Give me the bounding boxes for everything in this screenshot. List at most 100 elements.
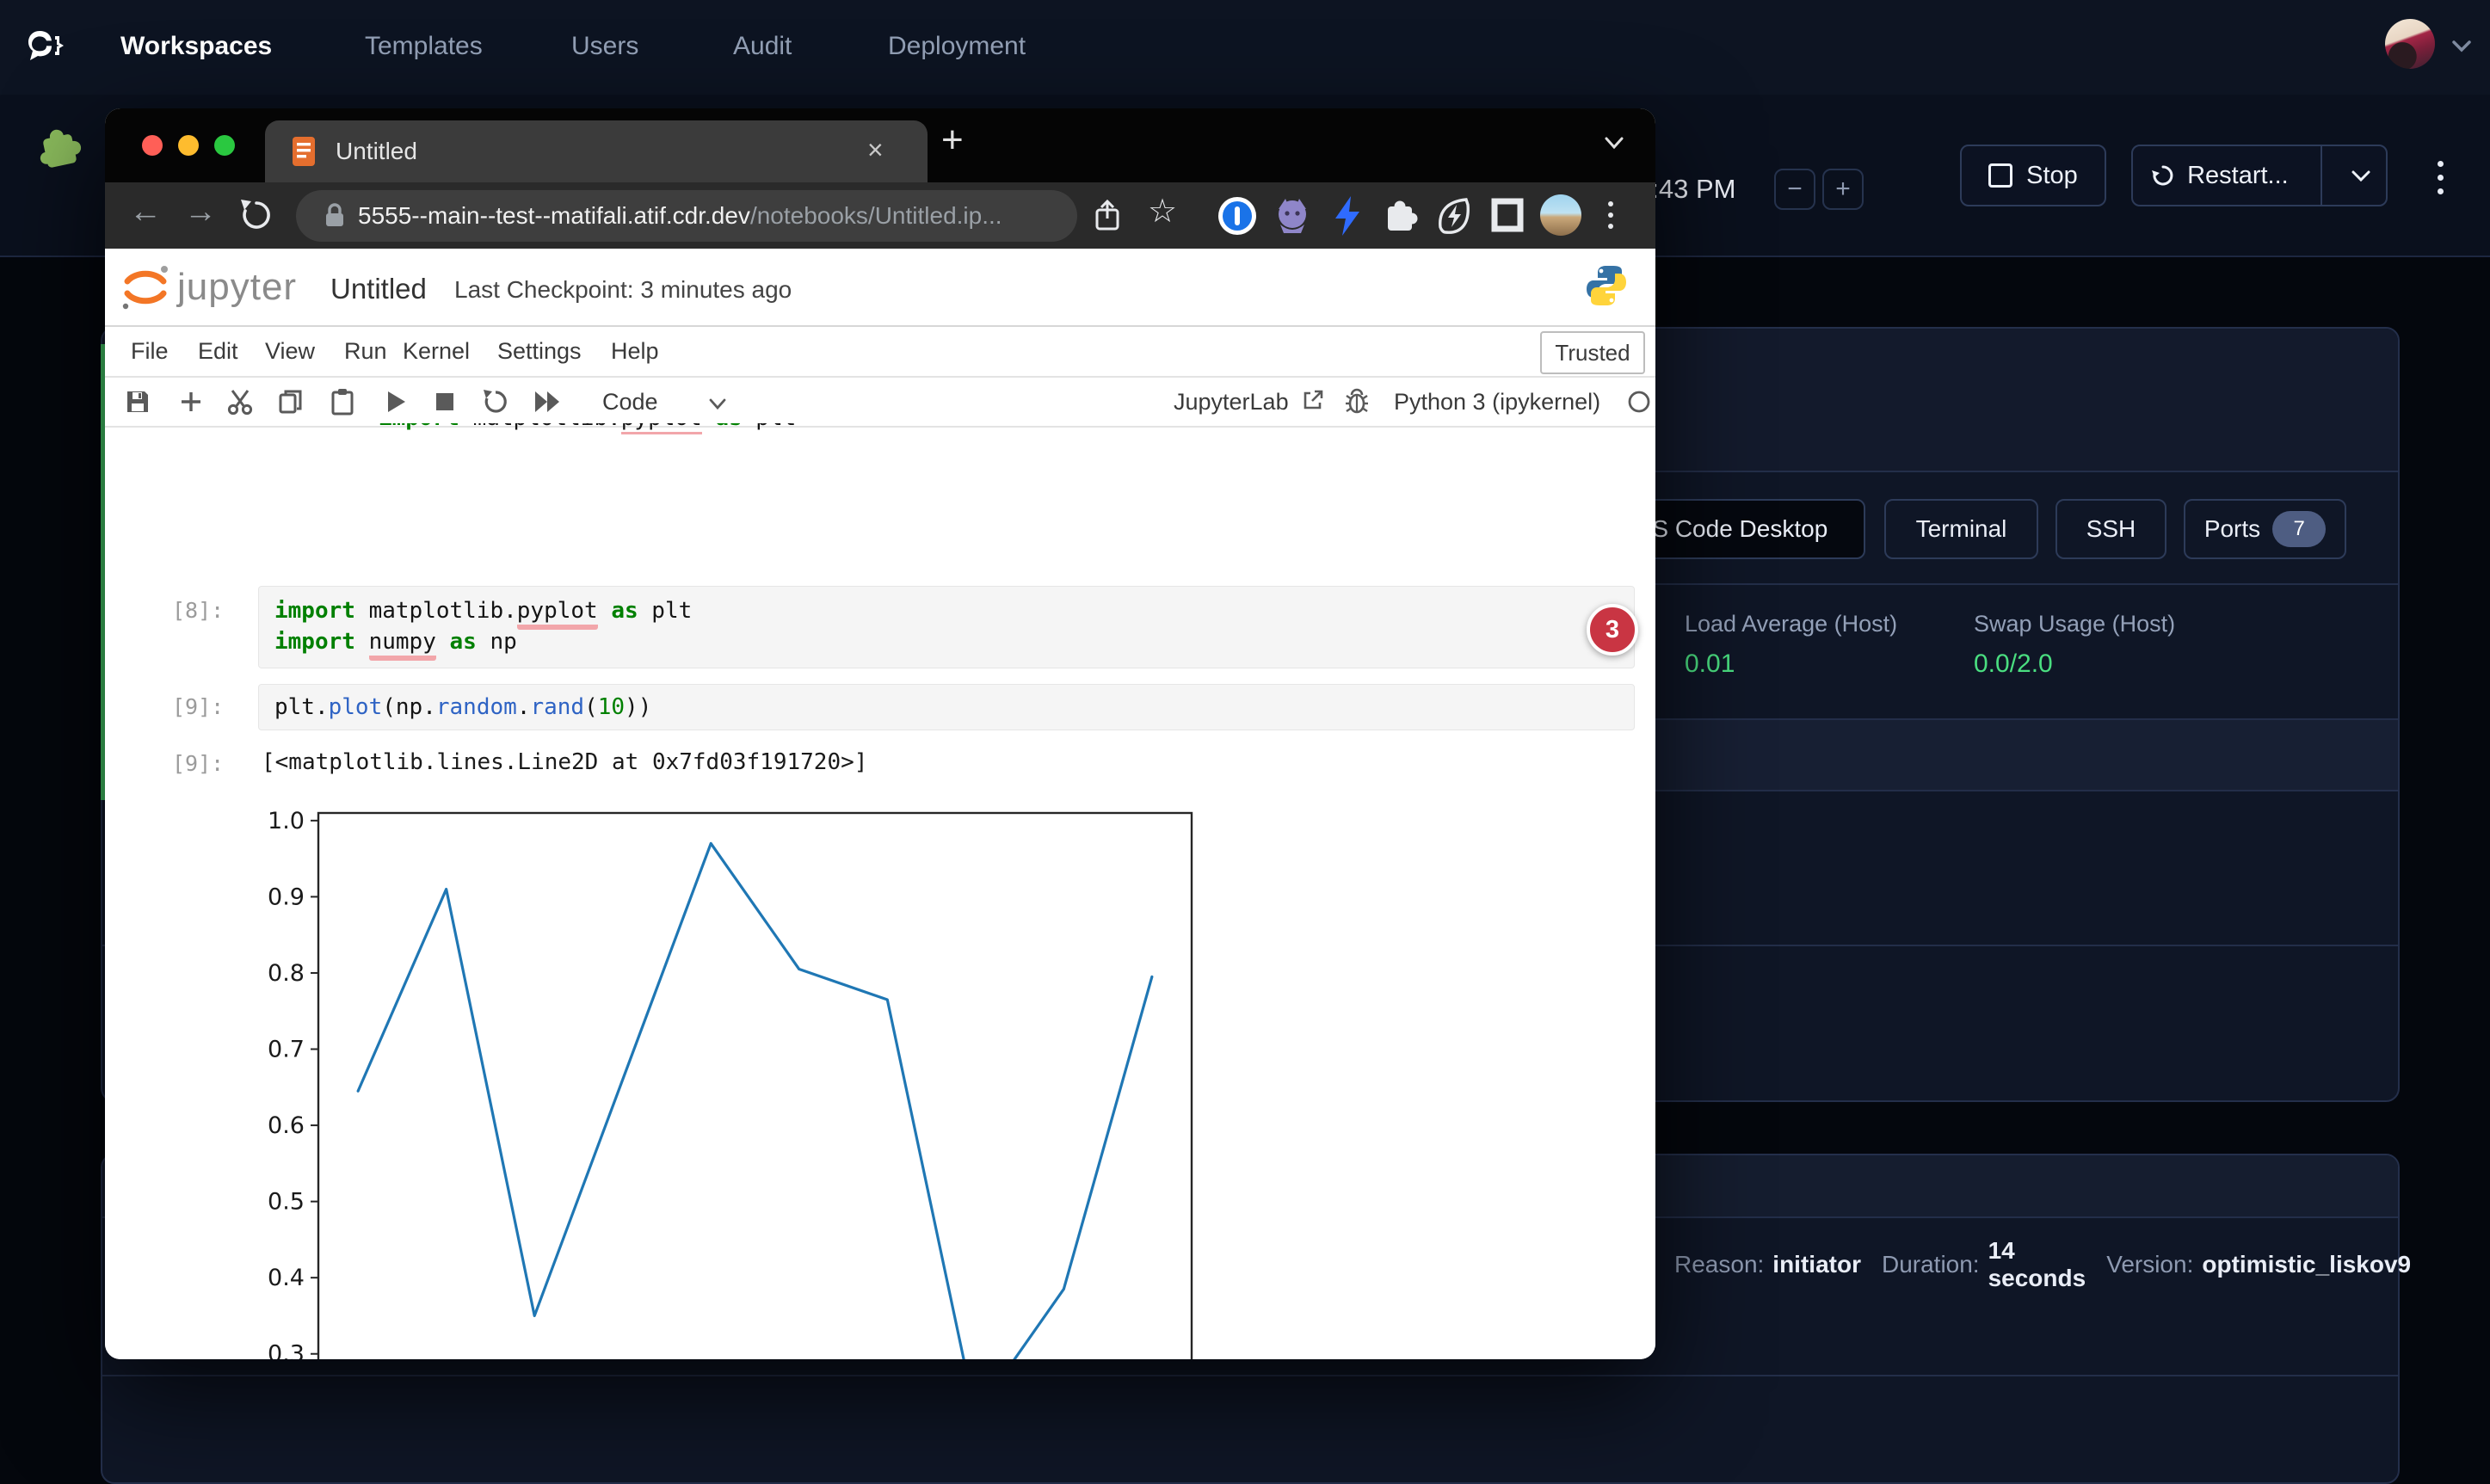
paste-cell-icon[interactable] <box>329 387 356 416</box>
stop-button[interactable]: Stop <box>1960 145 2106 206</box>
url-host: 5555--main--test--matifali.atif.cdr.dev <box>358 202 750 230</box>
bolt-extension-icon[interactable] <box>1328 194 1366 237</box>
interrupt-kernel-icon[interactable] <box>434 391 456 413</box>
cut-cell-icon[interactable] <box>225 388 255 416</box>
stat-swap-usage: Swap Usage (Host) 0.0/2.0 <box>1974 611 2175 679</box>
share-icon[interactable] <box>1093 198 1122 234</box>
menu-help[interactable]: Help <box>611 338 659 365</box>
output9-prompt: [9]: <box>172 751 224 776</box>
menu-view[interactable]: View <box>265 338 315 365</box>
app-button-terminal[interactable]: Terminal <box>1884 499 2038 559</box>
menu-file[interactable]: File <box>131 338 169 365</box>
onepassword-extension-icon[interactable] <box>1217 195 1258 237</box>
svg-text:0.6: 0.6 <box>268 1112 305 1139</box>
url-path: /notebooks/Untitled.ip... <box>750 202 1002 230</box>
bookmark-star-icon[interactable]: ☆ <box>1148 192 1177 231</box>
tab-search-chevron-icon[interactable] <box>1602 134 1626 151</box>
jupyter-brand: jupyter <box>177 266 297 309</box>
menu-settings[interactable]: Settings <box>497 338 582 365</box>
nav-item-audit[interactable]: Audit <box>733 32 792 61</box>
browser-tab-strip: Untitled × + <box>105 108 1655 182</box>
insert-cell-icon[interactable] <box>177 388 205 416</box>
save-icon[interactable] <box>124 388 151 416</box>
cell8-input[interactable]: import matplotlib.pyplot as plt import n… <box>258 586 1635 668</box>
svg-text:0.5: 0.5 <box>268 1189 305 1216</box>
square-extension-icon[interactable] <box>1488 196 1526 234</box>
window-close-button[interactable] <box>142 135 163 156</box>
cell8-prompt: [8]: <box>172 598 224 623</box>
tab-close-icon[interactable]: × <box>867 134 884 166</box>
matplotlib-line-chart: 0.20.30.40.50.60.70.80.91.002468 <box>258 798 1222 1359</box>
jupyterlab-link[interactable]: JupyterLab <box>1174 389 1289 416</box>
restart-button[interactable]: Restart... <box>2131 145 2388 206</box>
external-link-icon[interactable] <box>1301 388 1325 412</box>
checkpoint-status: Last Checkpoint: 3 minutes ago <box>454 276 792 304</box>
jupyter-header: jupyter Untitled Last Checkpoint: 3 minu… <box>105 249 1655 327</box>
workspace-puzzle-icon <box>33 120 89 177</box>
window-minimize-button[interactable] <box>178 135 199 156</box>
restart-run-all-icon[interactable] <box>532 389 563 415</box>
restart-kernel-icon[interactable] <box>482 388 509 416</box>
nav-item-workspaces[interactable]: Workspaces <box>120 32 272 61</box>
notebook-title[interactable]: Untitled <box>330 273 427 305</box>
kernel-name[interactable]: Python 3 (ipykernel) <box>1394 389 1600 416</box>
restart-options-chevron-icon[interactable] <box>2336 168 2386 183</box>
workspace-kebab-menu-icon[interactable] <box>2430 151 2450 203</box>
nav-item-templates[interactable]: Templates <box>365 32 483 61</box>
url-bar[interactable]: 5555--main--test--matifali.atif.cdr.dev/… <box>296 190 1077 242</box>
trusted-button[interactable]: Trusted <box>1540 331 1645 374</box>
user-menu-chevron-icon[interactable] <box>2449 36 2475 55</box>
browser-menu-kebab-icon[interactable] <box>1602 196 1619 234</box>
svg-text:0.9: 0.9 <box>268 884 305 910</box>
menu-run[interactable]: Run <box>344 338 387 365</box>
copy-cell-icon[interactable] <box>277 388 305 416</box>
jupyter-page: jupyter Untitled Last Checkpoint: 3 minu… <box>105 249 1655 1359</box>
lock-icon <box>324 202 346 230</box>
extensions-puzzle-icon[interactable] <box>1380 195 1421 237</box>
window-zoom-button[interactable] <box>214 135 235 156</box>
svg-text:0.7: 0.7 <box>268 1037 305 1063</box>
debugger-bug-icon[interactable] <box>1344 387 1370 415</box>
svg-text:0.4: 0.4 <box>268 1265 305 1291</box>
svg-text:1.0: 1.0 <box>268 808 305 834</box>
browser-window: Untitled × + ← → 5555--main--test--matif… <box>105 108 1655 1359</box>
forward-button[interactable]: → <box>184 194 217 231</box>
menu-edit[interactable]: Edit <box>198 338 238 365</box>
menu-kernel[interactable]: Kernel <box>403 338 470 365</box>
nav-item-deployment[interactable]: Deployment <box>888 32 1026 61</box>
kernel-status-icon <box>1626 389 1652 415</box>
jupyter-toolbar: Code JupyterLab Python 3 (ipykernel) <box>105 378 1655 428</box>
nav-item-users[interactable]: Users <box>571 32 638 61</box>
schedule-minus-button[interactable]: − <box>1774 169 1815 210</box>
cell9-prompt: [9]: <box>172 694 224 719</box>
notebook-favicon <box>291 135 317 168</box>
svg-text:0.8: 0.8 <box>268 960 305 987</box>
jupyter-menubar: File Edit View Run Kernel Settings Help … <box>105 327 1655 378</box>
reload-button[interactable] <box>239 196 274 234</box>
github-extension-icon[interactable] <box>1272 195 1313 237</box>
coder-logo-icon[interactable] <box>21 24 67 71</box>
run-cell-icon[interactable] <box>384 389 408 415</box>
output9-text: [<matplotlib.lines.Line2D at 0x7fd03f191… <box>262 749 867 775</box>
clipped-code-sliver: import matplotlib.pyplot as plt <box>363 423 1137 434</box>
user-avatar[interactable] <box>2385 19 2435 69</box>
back-button[interactable]: ← <box>129 194 162 231</box>
cell-type-select[interactable]: Code <box>602 389 658 416</box>
stop-icon <box>1988 163 2012 188</box>
schedule-plus-button[interactable]: + <box>1822 169 1864 210</box>
python-logo-icon <box>1583 262 1630 309</box>
restart-icon <box>2151 163 2175 188</box>
app-button-ports[interactable]: Ports 7 <box>2184 499 2346 559</box>
stat-load-average: Load Average (Host) 0.01 <box>1685 611 1897 679</box>
screen: { "colors": { "status_green": "#4ade80",… <box>0 0 2490 1380</box>
browser-profile-avatar[interactable] <box>1540 194 1581 236</box>
notification-badge: 3 <box>1587 604 1638 656</box>
build-info-row: Reason:initiator Duration:14 seconds Ver… <box>1674 1237 2411 1292</box>
svg-text:0.3: 0.3 <box>268 1341 305 1359</box>
browser-tab[interactable]: Untitled × <box>265 120 928 182</box>
leaf-bolt-extension-icon[interactable] <box>1433 194 1475 237</box>
cell9-input[interactable]: plt.plot(np.random.rand(10)) <box>258 684 1635 730</box>
new-tab-button[interactable]: + <box>941 119 964 162</box>
cell-type-chevron-icon[interactable] <box>707 397 728 410</box>
app-button-ssh[interactable]: SSH <box>2055 499 2166 559</box>
